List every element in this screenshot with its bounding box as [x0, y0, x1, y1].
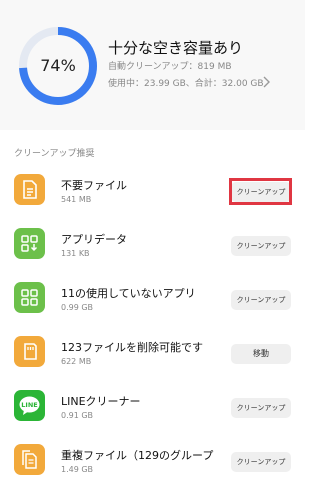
file-icon [14, 174, 45, 205]
list-item[interactable]: 11の使用していないアプリ 0.99 GB クリーンアップ [0, 270, 305, 324]
cleanup-button-app-data[interactable]: クリーンアップ [231, 236, 291, 256]
highlight-box [229, 178, 292, 205]
item-size: 0.99 GB [61, 303, 94, 312]
cleanup-list: 不要ファイル 541 MB クリーンアップ アプリデータ 131 KB クリーン… [0, 162, 305, 486]
item-size: 131 KB [61, 249, 90, 258]
item-size: 622 MB [61, 357, 92, 366]
item-name: 重複ファイル（129のグループ [61, 449, 214, 462]
chevron-right-icon[interactable] [262, 76, 271, 88]
item-name: 11の使用していないアプリ [61, 287, 196, 300]
storage-usage-text: 使用中：23.99 GB、合計：32.00 GB [108, 79, 264, 89]
cleanup-button-line-cleaner[interactable]: クリーンアップ [231, 398, 291, 418]
list-item[interactable]: 重複ファイル（129のグループ 1.49 GB クリーンアップ [0, 432, 305, 486]
cleanup-recommendations-heading: クリーンアップ推奨 [14, 149, 95, 159]
item-name: アプリデータ [61, 233, 127, 246]
item-size: 1.49 GB [61, 465, 94, 474]
storage-percent-label: 74% [40, 56, 76, 75]
auto-cleanup-text: 自動クリーンアップ：819 MB [108, 62, 232, 72]
storage-status-title: 十分な空き容量あり [108, 39, 244, 57]
move-button[interactable]: 移動 [231, 344, 291, 364]
duplicate-file-icon [14, 444, 45, 475]
storage-summary-card[interactable]: 74% 十分な空き容量あり 自動クリーンアップ：819 MB 使用中：23.99… [0, 0, 305, 130]
line-app-icon: LINE [14, 390, 45, 421]
list-item[interactable]: 123ファイルを削除可能です 622 MB 移動 [0, 324, 305, 378]
item-name: LINEクリーナー [61, 395, 141, 408]
item-name: 123ファイルを削除可能です [61, 341, 203, 354]
sd-card-icon [14, 336, 45, 367]
line-icon-text: LINE [21, 401, 37, 409]
cleanup-button-duplicate-files[interactable]: クリーンアップ [231, 452, 291, 472]
list-item[interactable]: LINE LINEクリーナー 0.91 GB クリーンアップ [0, 378, 305, 432]
list-item[interactable]: アプリデータ 131 KB クリーンアップ [0, 216, 305, 270]
item-name: 不要ファイル [61, 179, 127, 192]
apps-grid-icon [14, 282, 45, 313]
item-size: 0.91 GB [61, 411, 94, 420]
app-data-icon [14, 228, 45, 259]
storage-usage-ring: 74% [17, 25, 99, 107]
item-size: 541 MB [61, 195, 92, 204]
cleanup-button-unused-apps[interactable]: クリーンアップ [231, 290, 291, 310]
